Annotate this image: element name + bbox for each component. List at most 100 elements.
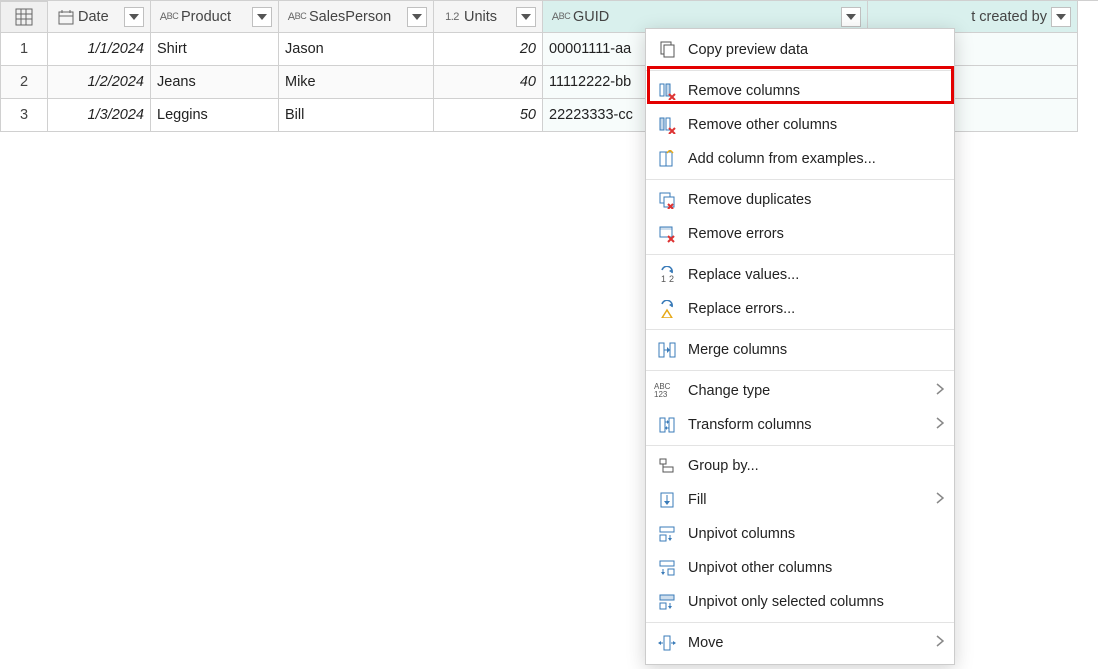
cell-date[interactable]: 1/2/2024 [48,66,151,99]
menu-label: Unpivot only selected columns [688,594,884,610]
menu-label: Remove errors [688,226,784,242]
group-by-icon [654,457,680,475]
cell-product[interactable]: Jeans [151,66,279,99]
menu-label: Remove columns [688,83,800,99]
menu-unpivot-other-columns[interactable]: Unpivot other columns [646,551,954,585]
filter-dropdown-button[interactable] [407,7,427,27]
menu-label: Remove duplicates [688,192,811,208]
unpivot-other-icon [654,559,680,577]
menu-label: Merge columns [688,342,787,358]
menu-label: Group by... [688,458,759,474]
filter-dropdown-button[interactable] [124,7,144,27]
menu-move[interactable]: Move [646,626,954,660]
menu-label: Unpivot columns [688,526,795,542]
menu-unpivot-selected-columns[interactable]: Unpivot only selected columns [646,585,954,619]
column-label: Units [464,9,512,25]
menu-remove-columns[interactable]: Remove columns [646,74,954,108]
cell-date[interactable]: 1/3/2024 [48,99,151,132]
remove-errors-icon [654,225,680,243]
menu-separator [646,370,954,371]
column-header-date[interactable]: Date [48,1,151,33]
replace-errors-icon [654,300,680,318]
filter-dropdown-button[interactable] [1051,7,1071,27]
column-header-product[interactable]: ABC Product [151,1,279,33]
menu-copy-preview-data[interactable]: Copy preview data [646,33,954,67]
number-type-icon: 1.2 [440,11,464,23]
column-label: Date [78,9,120,25]
cell-product[interactable]: Shirt [151,33,279,66]
menu-separator [646,70,954,71]
column-header-salesperson[interactable]: ABC SalesPerson [279,1,434,33]
menu-add-column-from-examples[interactable]: Add column from examples... [646,142,954,176]
menu-separator [646,445,954,446]
cell-units[interactable]: 20 [434,33,543,66]
cell-units[interactable]: 40 [434,66,543,99]
menu-separator [646,329,954,330]
copy-icon [654,41,680,59]
cell-units[interactable]: 50 [434,99,543,132]
menu-label: Copy preview data [688,42,808,58]
remove-duplicates-icon [654,191,680,209]
svg-text:1: 1 [661,274,666,284]
chevron-right-icon [936,492,944,508]
cell-salesperson[interactable]: Mike [279,66,434,99]
table-icon [15,8,33,26]
cell-salesperson[interactable]: Bill [279,99,434,132]
cell-product[interactable]: Leggins [151,99,279,132]
menu-merge-columns[interactable]: Merge columns [646,333,954,367]
menu-separator [646,179,954,180]
menu-fill[interactable]: Fill [646,483,954,517]
menu-label: Fill [688,492,707,508]
column-label: Product [181,9,248,25]
transform-columns-icon [654,416,680,434]
menu-label: Unpivot other columns [688,560,832,576]
text-type-icon: ABC [549,11,573,23]
add-column-icon [654,150,680,168]
menu-replace-errors[interactable]: Replace errors... [646,292,954,326]
row-number: 2 [0,66,48,99]
menu-remove-duplicates[interactable]: Remove duplicates [646,183,954,217]
menu-group-by[interactable]: Group by... [646,449,954,483]
remove-other-columns-icon [654,116,680,134]
menu-replace-values[interactable]: 12 Replace values... [646,258,954,292]
row-number: 1 [0,33,48,66]
chevron-right-icon [936,383,944,399]
filter-dropdown-button[interactable] [841,7,861,27]
calendar-icon [54,9,78,25]
unpivot-selected-icon [654,593,680,611]
menu-label: Replace errors... [688,301,795,317]
menu-change-type[interactable]: ABC123 Change type [646,374,954,408]
column-label: SalesPerson [309,9,403,25]
move-icon [654,634,680,652]
menu-unpivot-columns[interactable]: Unpivot columns [646,517,954,551]
column-header-units[interactable]: 1.2 Units [434,1,543,33]
filter-dropdown-button[interactable] [252,7,272,27]
remove-columns-icon [654,82,680,100]
text-type-icon: ABC [285,11,309,23]
menu-label: Transform columns [688,417,812,433]
filter-dropdown-button[interactable] [516,7,536,27]
column-label: GUID [573,9,837,25]
menu-transform-columns[interactable]: Transform columns [646,408,954,442]
merge-columns-icon [654,341,680,359]
menu-remove-other-columns[interactable]: Remove other columns [646,108,954,142]
row-number: 3 [0,99,48,132]
menu-separator [646,622,954,623]
cell-date[interactable]: 1/1/2024 [48,33,151,66]
unpivot-icon [654,525,680,543]
cell-salesperson[interactable]: Jason [279,33,434,66]
replace-values-icon: 12 [654,266,680,284]
chevron-right-icon [936,417,944,433]
svg-text:2: 2 [669,274,674,284]
chevron-right-icon [936,635,944,651]
menu-remove-errors[interactable]: Remove errors [646,217,954,251]
menu-label: Move [688,635,723,651]
context-menu: Copy preview data Remove columns Remove … [645,28,955,665]
table-corner[interactable] [0,1,48,33]
menu-label: Remove other columns [688,117,837,133]
menu-label: Add column from examples... [688,151,876,167]
menu-label: Replace values... [688,267,799,283]
menu-label: Change type [688,383,770,399]
change-type-icon: ABC123 [654,383,680,399]
fill-icon [654,491,680,509]
